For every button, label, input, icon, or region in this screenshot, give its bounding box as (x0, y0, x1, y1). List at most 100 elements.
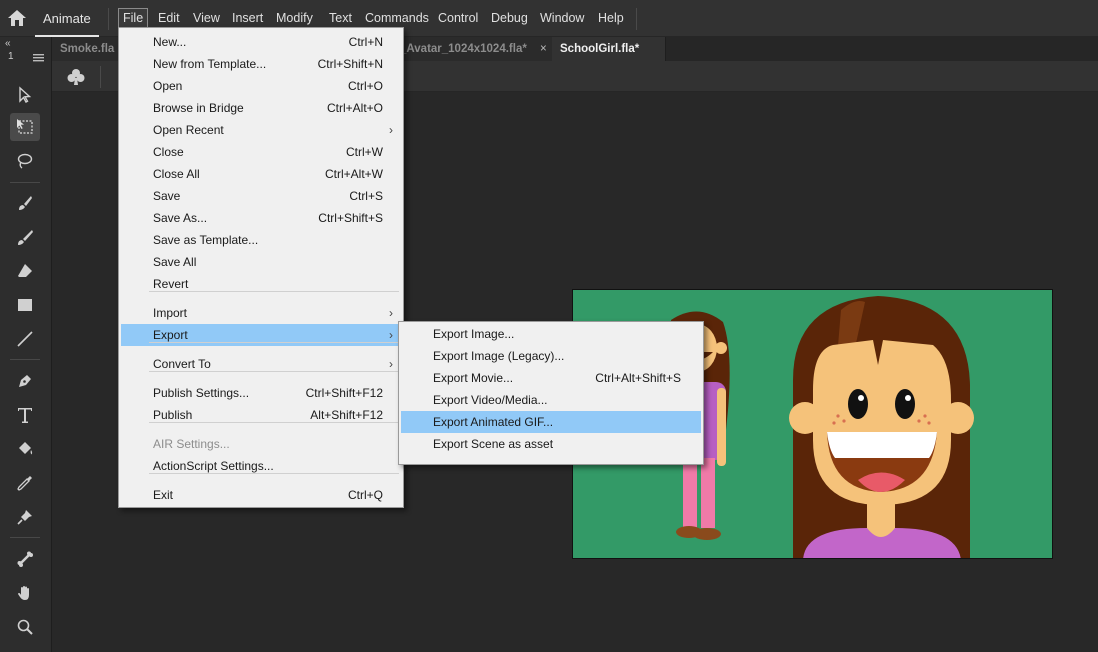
paint-brush-tool[interactable] (10, 189, 40, 217)
file-menu-item-open[interactable]: Open Ctrl+O (121, 75, 401, 97)
menu-item-label: Exit (153, 488, 174, 502)
line-tool[interactable] (10, 325, 40, 353)
menu-modify[interactable]: Modify (272, 8, 317, 28)
file-menu-item-new[interactable]: New... Ctrl+N (121, 31, 401, 53)
eraser-tool-icon (18, 264, 32, 277)
submenu-arrow-icon: › (389, 123, 393, 137)
menu-item-label: Close (153, 145, 184, 159)
export-menu-item-export-movie[interactable]: Export Movie... Ctrl+Alt+Shift+S (401, 367, 701, 389)
file-menu-item-new-from-template[interactable]: New from Template... Ctrl+Shift+N (121, 53, 401, 75)
menu-text[interactable]: Text (325, 8, 356, 28)
close-icon[interactable]: × (540, 43, 547, 55)
brush-tool[interactable] (10, 223, 40, 251)
menu-item-label: New... (153, 35, 187, 49)
menu-item-label: Export Animated GIF... (433, 415, 554, 429)
menu-help[interactable]: Help (594, 8, 628, 28)
file-menu-item-save-as-template[interactable]: Save as Template... (121, 229, 401, 251)
menu-item-label: Import (153, 306, 188, 320)
tools-panel-header: « 1 (0, 37, 52, 65)
eraser-tool[interactable] (10, 257, 40, 285)
panel-menu-icon[interactable] (33, 54, 45, 62)
menu-item-shortcut: Ctrl+Shift+N (317, 57, 383, 71)
hand-tool-icon (18, 586, 29, 600)
menu-item-label: Open Recent (153, 123, 224, 137)
file-menu-item-close[interactable]: Close Ctrl+W (121, 141, 401, 163)
brush-tool-icon (18, 230, 33, 245)
text-tool[interactable] (10, 401, 40, 429)
menu-item-label: Save (153, 189, 181, 203)
menu-divider (108, 8, 109, 30)
collapse-icon[interactable]: « (5, 38, 11, 49)
menu-item-shortcut: Ctrl+Alt+O (326, 101, 383, 115)
rectangle-tool[interactable] (10, 291, 40, 319)
menu-item-label: Export Scene as asset (433, 437, 554, 451)
menu-item-label: AIR Settings... (153, 437, 230, 451)
file-menu-item-open-recent[interactable]: Open Recent › (121, 119, 401, 141)
file-menu-item-save-all[interactable]: Save All (121, 251, 401, 273)
lasso-tool-icon (17, 153, 33, 169)
export-menu-item-export-scene-as-asset[interactable]: Export Scene as asset (401, 433, 701, 455)
paint-brush-icon (19, 196, 32, 210)
menu-item-shortcut: Ctrl+N (348, 35, 383, 49)
file-menu-item-browse-in-bridge[interactable]: Browse in Bridge Ctrl+Alt+O (121, 97, 401, 119)
bone-tool[interactable] (10, 545, 40, 573)
home-button[interactable] (6, 8, 28, 28)
export-menu-item-export-video-media[interactable]: Export Video/Media... (401, 389, 701, 411)
file-menu-item-save[interactable]: Save Ctrl+S (121, 185, 401, 207)
export-menu-item-export-animated-gif[interactable]: Export Animated GIF... (401, 411, 701, 433)
menu-item-shortcut: Ctrl+O (347, 79, 383, 93)
menu-item-shortcut: Ctrl+Shift+F12 (305, 386, 383, 400)
menu-debug[interactable]: Debug (487, 8, 532, 28)
lasso-tool[interactable] (10, 147, 40, 175)
menu-item-shortcut: Ctrl+S (349, 189, 383, 203)
menu-item-shortcut: Ctrl+Alt+W (324, 167, 383, 181)
menu-item-label: Save All (153, 255, 197, 269)
pen-tool-icon (19, 375, 31, 387)
zoom-tool[interactable] (10, 613, 40, 641)
menu-item-label: Close All (153, 167, 200, 181)
tab-label: SchoolGirl.fla* (560, 43, 640, 55)
pin-tool-icon (17, 510, 32, 525)
export-submenu: Export Image... Export Image (Legacy)... E… (398, 321, 704, 465)
menu-file[interactable]: File (118, 8, 149, 28)
menu-item-label: Export Video/Media... (433, 393, 548, 407)
menu-separator (149, 422, 399, 423)
free-transform-tool[interactable] (10, 113, 40, 141)
file-menu-item-close-all[interactable]: Close All Ctrl+Alt+W (121, 163, 401, 185)
line-tool-icon (17, 331, 33, 347)
menu-window[interactable]: Window (536, 8, 588, 28)
tools-column-count: 1 (8, 51, 14, 62)
export-menu-item-export-image-legacy[interactable]: Export Image (Legacy)... (401, 345, 701, 367)
pin-tool[interactable] (10, 503, 40, 531)
menu-separator (149, 371, 399, 372)
eyedropper-icon (17, 476, 32, 491)
club-icon[interactable] (66, 67, 86, 87)
pen-tool[interactable] (10, 367, 40, 395)
menu-control[interactable]: Control (434, 8, 482, 28)
menu-item-label: Export Movie... (433, 371, 514, 385)
eyedropper-tool[interactable] (10, 469, 40, 497)
file-menu-item-save-as[interactable]: Save As... Ctrl+Shift+S (121, 207, 401, 229)
menu-commands[interactable]: Commands (361, 8, 433, 28)
selection-tool[interactable] (10, 81, 40, 109)
app-name-tab[interactable]: Animate (35, 0, 99, 37)
menu-item-label: New from Template... (153, 57, 267, 71)
tab-schoolgirl[interactable]: SchoolGirl.fla* × (552, 37, 666, 79)
menu-edit[interactable]: Edit (154, 8, 184, 28)
paint-bucket-tool[interactable] (10, 435, 40, 463)
tools-panel: « 1 (0, 37, 52, 652)
menu-item-label: Export Image... (433, 327, 515, 341)
tool-divider (10, 182, 40, 183)
menu-insert[interactable]: Insert (228, 8, 267, 28)
tool-divider (10, 537, 40, 538)
file-menu-item-publish-settings[interactable]: Publish Settings... Ctrl+Shift+F12 (121, 382, 401, 404)
hand-tool[interactable] (10, 579, 40, 607)
file-menu-item-import[interactable]: Import › (121, 302, 401, 324)
file-menu-item-exit[interactable]: Exit Ctrl+Q (121, 484, 401, 506)
menu-divider (636, 8, 637, 30)
menu-item-label: Publish Settings... (153, 386, 250, 400)
menu-view[interactable]: View (189, 8, 224, 28)
tab-smoke[interactable]: Smoke.fla (52, 37, 122, 61)
export-menu-item-export-image[interactable]: Export Image... (401, 323, 701, 345)
menu-item-shortcut: Ctrl+W (346, 145, 383, 159)
